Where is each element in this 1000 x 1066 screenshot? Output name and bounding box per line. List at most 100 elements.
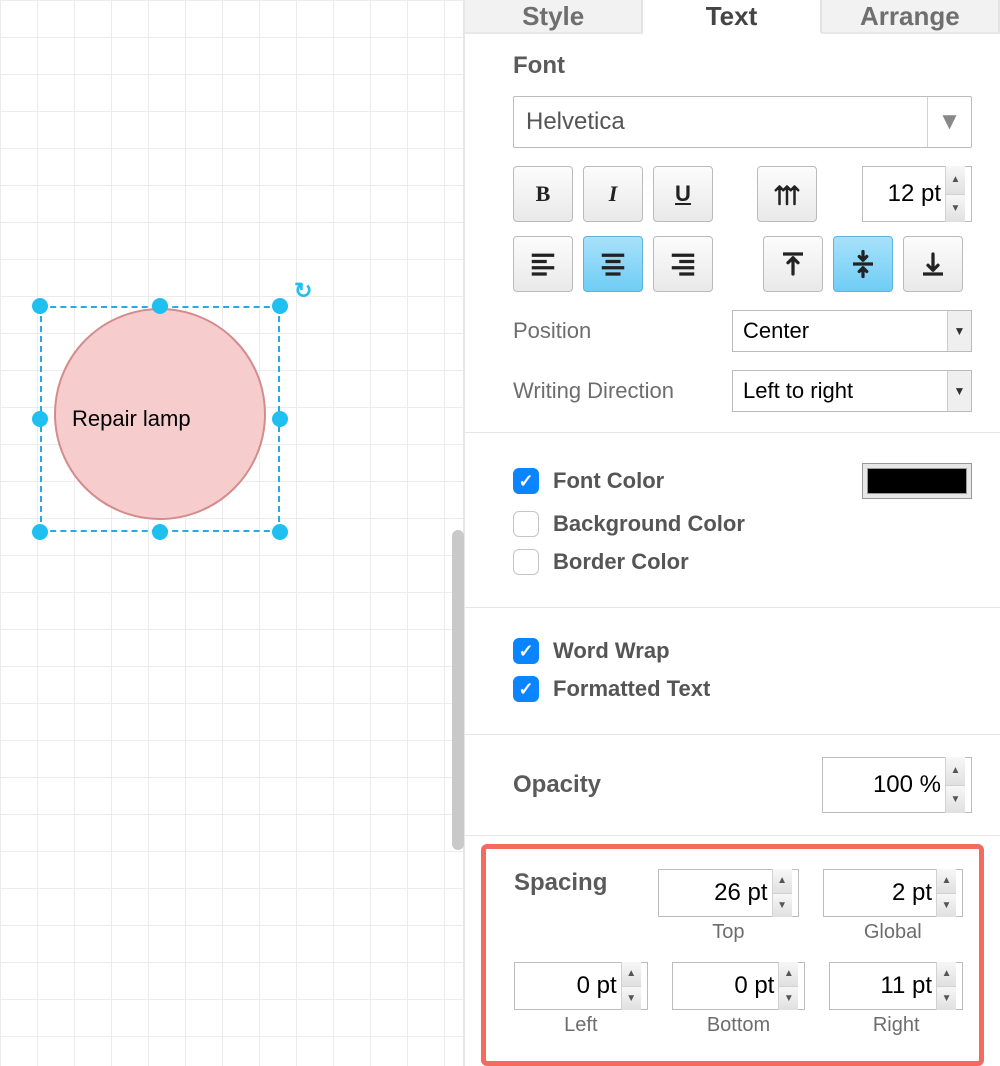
align-center-button[interactable]: [583, 236, 643, 292]
border-color-checkbox[interactable]: [513, 549, 539, 575]
align-right-button[interactable]: [653, 236, 713, 292]
background-color-checkbox[interactable]: [513, 511, 539, 537]
font-color-swatch[interactable]: [862, 463, 972, 499]
spacing-label: Spacing: [514, 869, 634, 897]
tab-arrange[interactable]: Arrange: [822, 0, 1000, 32]
format-panel: Style Text Arrange Font Helvetica ▼ B I …: [465, 0, 1000, 1066]
spacing-global-label: Global: [864, 921, 922, 944]
stepper-down-icon[interactable]: ▼: [946, 786, 965, 814]
tab-style[interactable]: Style: [465, 0, 643, 32]
resize-handle-mr[interactable]: [272, 411, 288, 427]
chevron-down-icon: ▼: [947, 311, 971, 351]
font-family-value: Helvetica: [526, 108, 625, 136]
spacing-left-stepper[interactable]: ▲ ▼: [621, 962, 641, 1010]
formatted-text-checkbox[interactable]: ✓: [513, 676, 539, 702]
direction-select[interactable]: Left to right ▼: [732, 370, 972, 412]
resize-handle-tr[interactable]: [272, 298, 288, 314]
stepper-down-icon[interactable]: ▼: [937, 987, 956, 1011]
wrap-section: ✓ Word Wrap ✓ Formatted Text: [465, 608, 1000, 735]
position-label: Position: [513, 318, 732, 344]
spacing-global-stepper[interactable]: ▲ ▼: [936, 869, 956, 917]
stepper-up-icon[interactable]: ▲: [779, 962, 798, 987]
valign-middle-icon: [848, 249, 878, 279]
valign-top-button[interactable]: [763, 236, 823, 292]
spacing-right-value: 11 pt: [840, 972, 932, 1000]
font-size-value: 12 pt: [873, 180, 941, 208]
spacing-right-label: Right: [873, 1014, 920, 1037]
canvas[interactable]: Repair lamp ↻: [0, 0, 465, 1066]
font-color-label: Font Color: [553, 468, 664, 494]
align-left-icon: [528, 249, 558, 279]
shape-selection[interactable]: Repair lamp ↻: [40, 306, 280, 532]
stepper-up-icon[interactable]: ▲: [946, 757, 965, 786]
font-size-stepper[interactable]: ▲ ▼: [945, 166, 965, 222]
spacing-right-input[interactable]: 11 pt ▲ ▼: [829, 962, 963, 1010]
stepper-up-icon[interactable]: ▲: [773, 869, 792, 894]
underline-button[interactable]: U: [653, 166, 713, 222]
stepper-down-icon[interactable]: ▼: [779, 987, 798, 1011]
word-wrap-checkbox[interactable]: ✓: [513, 638, 539, 664]
resize-handle-ml[interactable]: [32, 411, 48, 427]
stepper-up-icon[interactable]: ▲: [937, 869, 956, 894]
font-size-input[interactable]: 12 pt ▲ ▼: [862, 166, 972, 222]
spacing-left-value: 0 pt: [525, 972, 617, 1000]
canvas-scrollbar[interactable]: [452, 530, 464, 850]
spacing-top-label: Top: [712, 921, 744, 944]
align-right-icon: [668, 249, 698, 279]
chevron-down-icon: ▼: [927, 97, 971, 147]
spacing-bottom-stepper[interactable]: ▲ ▼: [778, 962, 798, 1010]
tabs: Style Text Arrange: [465, 0, 1000, 34]
font-family-select[interactable]: Helvetica ▼: [513, 96, 972, 148]
align-left-button[interactable]: [513, 236, 573, 292]
stepper-down-icon[interactable]: ▼: [937, 894, 956, 918]
tab-text[interactable]: Text: [643, 0, 821, 34]
spacing-top-stepper[interactable]: ▲ ▼: [772, 869, 792, 917]
selection-box: [40, 306, 280, 532]
border-color-label: Border Color: [553, 549, 689, 575]
valign-middle-button[interactable]: [833, 236, 893, 292]
stepper-up-icon[interactable]: ▲: [937, 962, 956, 987]
formatted-text-label: Formatted Text: [553, 676, 710, 702]
spacing-bottom-input[interactable]: 0 pt ▲ ▼: [672, 962, 806, 1010]
italic-button[interactable]: I: [583, 166, 643, 222]
opacity-input[interactable]: 100 % ▲ ▼: [822, 757, 972, 813]
stepper-up-icon[interactable]: ▲: [622, 962, 641, 987]
direction-label: Writing Direction: [513, 378, 732, 404]
vertical-text-button[interactable]: [757, 166, 817, 222]
valign-bottom-button[interactable]: [903, 236, 963, 292]
opacity-row: Opacity 100 % ▲ ▼: [465, 735, 1000, 836]
opacity-stepper[interactable]: ▲ ▼: [945, 757, 965, 813]
spacing-bottom-label: Bottom: [707, 1014, 770, 1037]
resize-handle-bm[interactable]: [152, 524, 168, 540]
stepper-down-icon[interactable]: ▼: [622, 987, 641, 1011]
spacing-global-value: 2 pt: [834, 879, 932, 907]
spacing-section: Spacing 26 pt ▲ ▼ Top 2 pt ▲ ▼: [481, 844, 984, 1066]
spacing-bottom-value: 0 pt: [683, 972, 775, 1000]
resize-handle-br[interactable]: [272, 524, 288, 540]
rotate-handle[interactable]: ↻: [294, 278, 312, 304]
spacing-right-stepper[interactable]: ▲ ▼: [936, 962, 956, 1010]
spacing-top-input[interactable]: 26 pt ▲ ▼: [658, 869, 798, 917]
spacing-global-input[interactable]: 2 pt ▲ ▼: [823, 869, 963, 917]
resize-handle-bl[interactable]: [32, 524, 48, 540]
stepper-down-icon[interactable]: ▼: [946, 195, 965, 223]
resize-handle-tl[interactable]: [32, 298, 48, 314]
chevron-down-icon: ▼: [947, 371, 971, 411]
font-heading: Font: [513, 52, 972, 80]
colors-section: ✓ Font Color Background Color Border Col…: [465, 433, 1000, 608]
position-select[interactable]: Center ▼: [732, 310, 972, 352]
spacing-left-input[interactable]: 0 pt ▲ ▼: [514, 962, 648, 1010]
valign-bottom-icon: [918, 249, 948, 279]
stepper-down-icon[interactable]: ▼: [773, 894, 792, 918]
align-center-icon: [598, 249, 628, 279]
resize-handle-tm[interactable]: [152, 298, 168, 314]
word-wrap-label: Word Wrap: [553, 638, 670, 664]
bold-button[interactable]: B: [513, 166, 573, 222]
vertical-arrows-icon: [772, 179, 802, 209]
font-color-checkbox[interactable]: ✓: [513, 468, 539, 494]
opacity-value: 100 %: [833, 771, 941, 799]
font-section: Font Helvetica ▼ B I U 12 pt ▲ ▼: [465, 34, 1000, 433]
position-value: Center: [743, 318, 809, 344]
stepper-up-icon[interactable]: ▲: [946, 166, 965, 195]
background-color-label: Background Color: [553, 511, 745, 537]
